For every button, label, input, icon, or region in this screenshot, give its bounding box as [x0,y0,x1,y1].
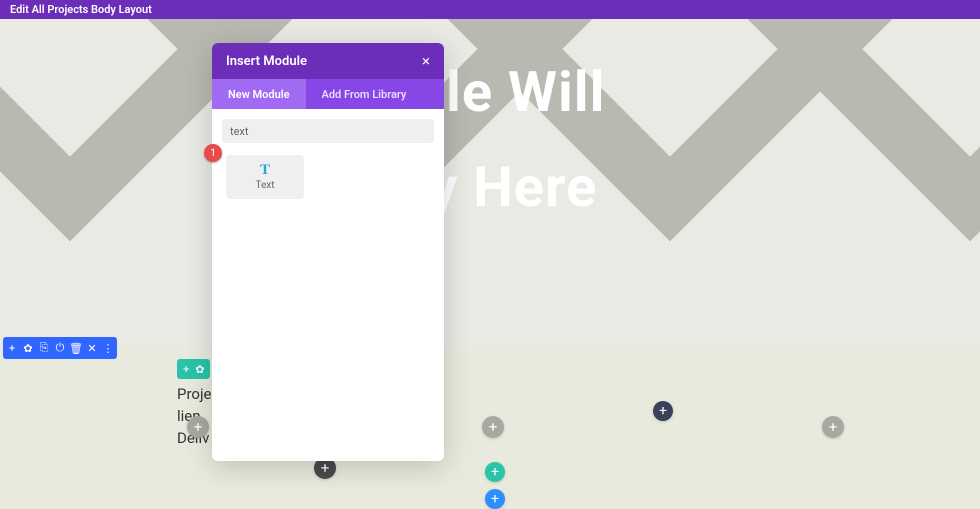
clone-icon[interactable]: ⎘ [39,341,49,355]
trash-icon[interactable]: 🗑 [71,341,81,355]
add-section-button[interactable]: + [485,489,505,509]
hero-title-bottom: lay Here [0,154,980,220]
tab-add-from-library[interactable]: Add From Library [306,79,423,109]
modal-title: Insert Module [226,54,307,69]
add-module-button-2[interactable]: + [653,401,673,421]
modal-header: Insert Module × [212,43,444,79]
more-icon[interactable]: ⋮ [103,341,113,355]
insert-module-modal: Insert Module × New Module Add From Libr… [212,43,444,461]
hero-title-top: Title Will [0,59,980,125]
power-icon[interactable]: ⏻ [55,341,65,355]
tab-new-module[interactable]: New Module [212,79,306,109]
modal-body: T Text [212,109,444,461]
content-section: + ✿ ⎘ ⏻ 🗑 ✕ ⋮ + ✿ Proje lien Deliv + + +… [0,349,980,509]
section-toolbar[interactable]: + ✿ ⎘ ⏻ 🗑 ✕ ⋮ [3,337,117,359]
close-icon[interactable]: × [422,52,430,70]
modal-tabs: New Module Add From Library [212,79,444,109]
annotation-badge-1: 1 [204,144,222,162]
gear-icon[interactable]: ✿ [195,363,204,376]
app-title: Edit All Projects Body Layout [10,3,152,16]
app-topbar: Edit All Projects Body Layout [0,0,980,19]
gear-icon[interactable]: ✿ [23,341,33,355]
module-search-input[interactable] [222,119,434,143]
module-grid: T Text [222,155,434,199]
add-row-button[interactable]: + [485,462,505,482]
module-text[interactable]: T Text [226,155,304,199]
close-icon[interactable]: ✕ [87,341,97,355]
row-toolbar[interactable]: + ✿ [177,359,210,379]
plus-icon[interactable]: + [183,363,189,376]
project-line-1: Proje [177,384,212,406]
add-column-button-3[interactable]: + [822,416,844,438]
add-column-button-2[interactable]: + [482,416,504,438]
add-column-button[interactable]: + [187,416,209,438]
module-label: Text [255,180,274,191]
plus-icon[interactable]: + [7,341,17,355]
hero-section: Title Will lay Here [0,19,980,349]
text-icon: T [260,163,270,178]
